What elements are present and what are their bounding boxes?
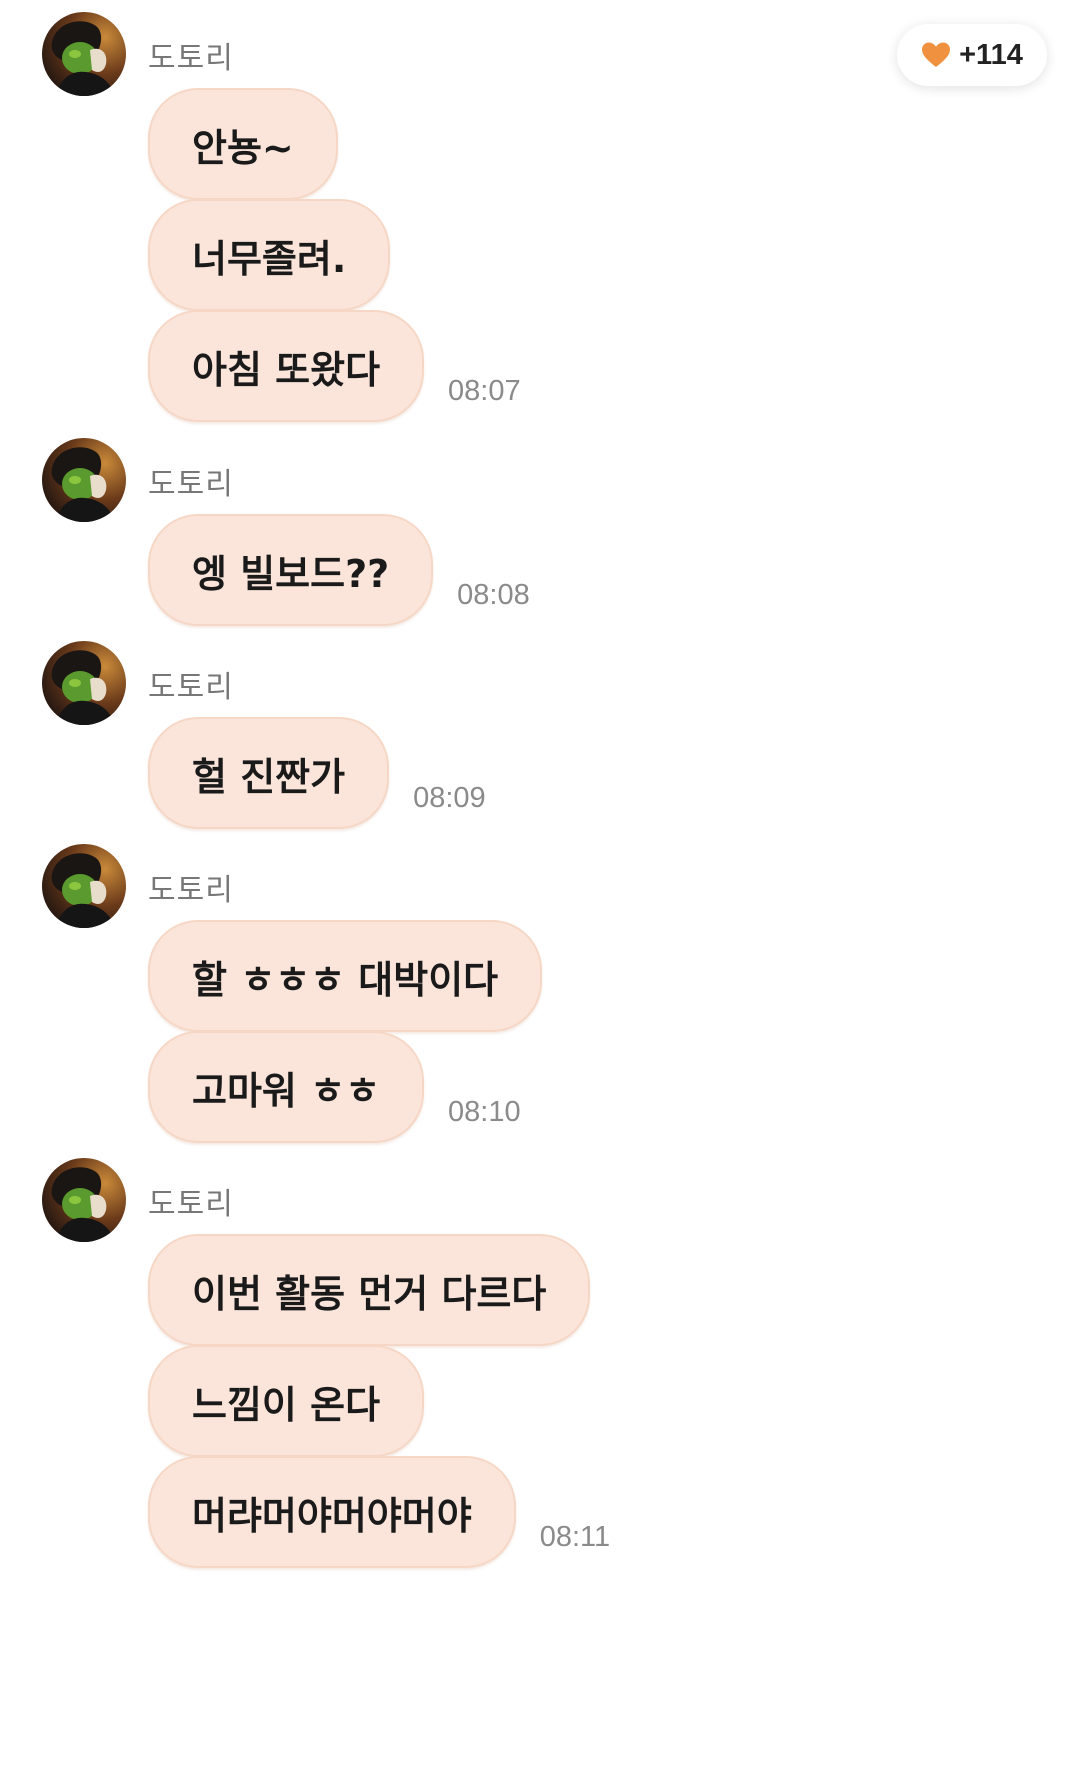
avatar[interactable] [42, 641, 126, 725]
message-bubble[interactable]: 엥 빌보드?? [148, 514, 434, 626]
message-bubble[interactable]: 너무졸려. [148, 199, 391, 311]
sender-name: 도토리 [148, 41, 234, 76]
likes-count: +114 [959, 38, 1023, 71]
message-timestamp: 08:11 [539, 1521, 611, 1553]
avatar[interactable] [42, 438, 126, 522]
avatar[interactable] [42, 12, 126, 96]
avatar[interactable] [42, 1158, 126, 1242]
avatar[interactable] [42, 844, 126, 928]
message-row: 느낌이 온다 [148, 1341, 425, 1457]
sender-name: 도토리 [148, 467, 234, 502]
sender-name: 도토리 [148, 873, 234, 908]
sender-name: 도토리 [148, 1187, 234, 1222]
message-row: 아침 또왔다 08:07 [148, 306, 521, 422]
message-row: 고마워 ㅎㅎ 08:10 [148, 1027, 521, 1143]
message-bubble[interactable]: 아침 또왔다 [148, 310, 425, 422]
message-timestamp: 08:09 [413, 782, 486, 814]
likes-badge[interactable]: +114 [897, 24, 1047, 86]
message-row: 할 ㅎㅎㅎ 대박이다 [148, 916, 543, 1032]
message-timestamp: 08:08 [457, 579, 530, 611]
message-timestamp: 08:10 [448, 1096, 521, 1128]
message-row: 헐 진짠가 08:09 [148, 713, 486, 829]
message-bubble[interactable]: 안뇽~ [148, 88, 338, 200]
heart-icon [922, 42, 951, 67]
message-bubble[interactable]: 느낌이 온다 [148, 1345, 425, 1457]
message-bubble[interactable]: 헐 진짠가 [148, 717, 390, 829]
message-timestamp: 08:07 [448, 375, 521, 407]
message-row: 너무졸려. [148, 195, 391, 311]
chat-area: +114 도토리 안뇽~ 너무졸려. 아침 또왔다 08:07 도토리 엥 빌보드?? 08:… [0, 0, 1080, 1790]
message-bubble[interactable]: 고마워 ㅎㅎ [148, 1031, 425, 1143]
sender-name: 도토리 [148, 670, 234, 705]
message-row: 안뇽~ [148, 84, 338, 200]
message-bubble[interactable]: 할 ㅎㅎㅎ 대박이다 [148, 920, 543, 1032]
message-bubble[interactable]: 이번 활동 먼거 다르다 [148, 1234, 591, 1346]
message-bubble[interactable]: 머랴머야머야머야 [148, 1456, 516, 1568]
message-row: 머랴머야머야머야 08:11 [148, 1452, 610, 1568]
message-row: 엥 빌보드?? 08:08 [148, 510, 530, 626]
message-row: 이번 활동 먼거 다르다 [148, 1230, 591, 1346]
